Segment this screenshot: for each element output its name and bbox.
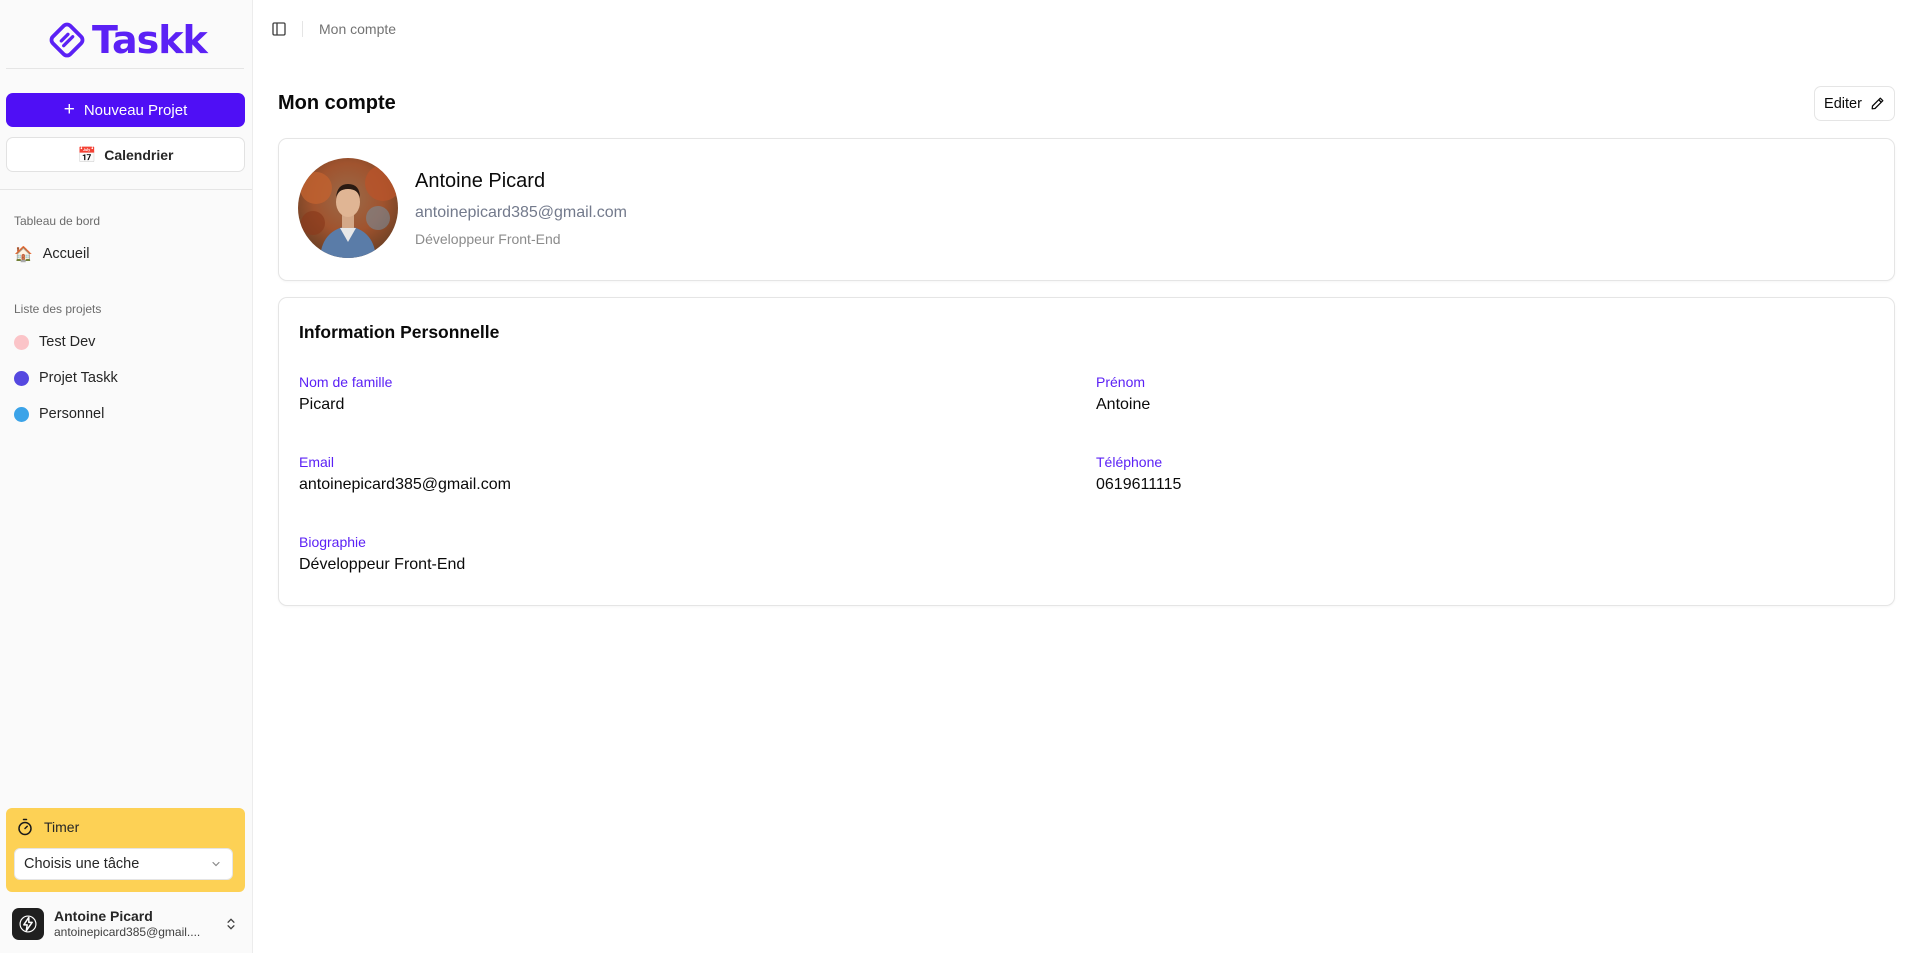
task-select[interactable]: Choisis une tâche [14, 848, 233, 880]
taskk-logo[interactable]: Taskk [48, 16, 208, 64]
personal-info-card: Information Personnelle Nom de famille P… [278, 297, 1895, 606]
sidebar-item-label: Projet Taskk [39, 370, 118, 386]
sidebar-divider [6, 68, 244, 69]
pencil-icon [1871, 97, 1884, 110]
profile-email: antoinepicard385@gmail.com [415, 204, 627, 221]
timer-header: Timer [16, 818, 79, 836]
sidebar-item-label: Test Dev [39, 334, 96, 350]
profile-avatar [298, 158, 398, 258]
new-project-label: Nouveau Projet [83, 101, 188, 119]
sidebar-item-home[interactable]: 🏠 Accueil [14, 241, 89, 267]
project-color-dot [14, 406, 29, 422]
biography-label: Biographie [299, 534, 366, 550]
sidebar: Taskk + Nouveau Projet 📅 Calendrier Tabl… [0, 0, 253, 953]
last-name-value: Picard [299, 396, 345, 413]
chevrons-up-down-icon [227, 918, 235, 930]
personal-info-title: Information Personnelle [299, 322, 500, 342]
profile-role: Développeur Front-End [415, 231, 561, 247]
new-project-button[interactable]: + Nouveau Projet [6, 93, 245, 127]
profile-name: Antoine Picard [415, 170, 546, 192]
dashboard-section-label: Tableau de bord [14, 214, 101, 228]
house-icon: 🏠 [14, 246, 33, 263]
project-color-dot [14, 334, 29, 350]
user-email: antoinepicard385@gmail.... [54, 925, 201, 939]
sidebar-item-project[interactable]: Personnel [14, 401, 104, 427]
user-name: Antoine Picard [54, 908, 153, 924]
topbar-separator [302, 21, 303, 37]
timer-panel: Timer Choisis une tâche [6, 808, 245, 892]
timer-title: Timer [44, 819, 80, 835]
profile-card: Antoine Picard antoinepicard385@gmail.co… [278, 138, 1895, 281]
sidebar-item-project[interactable]: Projet Taskk [14, 365, 118, 391]
sidebar-item-project[interactable]: Test Dev [14, 329, 95, 355]
projects-section-label: Liste des projets [14, 302, 102, 316]
calendar-button[interactable]: 📅 Calendrier [6, 137, 245, 172]
stopwatch-icon [18, 818, 32, 836]
lightning-icon [19, 915, 37, 933]
first-name-label: Prénom [1096, 374, 1146, 390]
calendar-label: Calendrier [104, 146, 174, 163]
last-name-label: Nom de famille [299, 374, 393, 390]
logo-text: Taskk [92, 18, 208, 62]
project-color-dot [14, 370, 29, 386]
sidebar-item-label: Personnel [39, 406, 105, 422]
edit-label: Editer [1824, 95, 1862, 112]
edit-button[interactable]: Editer [1814, 86, 1895, 121]
page-title: Mon compte [278, 92, 396, 114]
sidebar-toggle-icon[interactable] [271, 21, 287, 37]
logo-icon [49, 22, 85, 58]
plus-icon: + [63, 99, 75, 120]
email-value: antoinepicard385@gmail.com [299, 476, 511, 493]
calendar-icon: 📅 [77, 146, 97, 164]
user-avatar [12, 908, 44, 940]
user-menu[interactable]: Antoine Picard antoinepicard385@gmail...… [12, 905, 242, 943]
chevron-down-icon [212, 861, 220, 867]
phone-value: 0619611115 [1096, 476, 1182, 493]
email-label: Email [299, 454, 335, 470]
first-name-value: Antoine [1096, 396, 1151, 413]
biography-value: Développeur Front-End [299, 556, 466, 573]
task-select-placeholder: Choisis une tâche [24, 856, 140, 872]
sidebar-divider [0, 189, 252, 190]
breadcrumb[interactable]: Mon compte [319, 21, 396, 37]
user-info: Antoine Picard antoinepicard385@gmail...… [54, 908, 200, 940]
phone-label: Téléphone [1096, 454, 1163, 470]
sidebar-item-label: Accueil [42, 246, 90, 262]
